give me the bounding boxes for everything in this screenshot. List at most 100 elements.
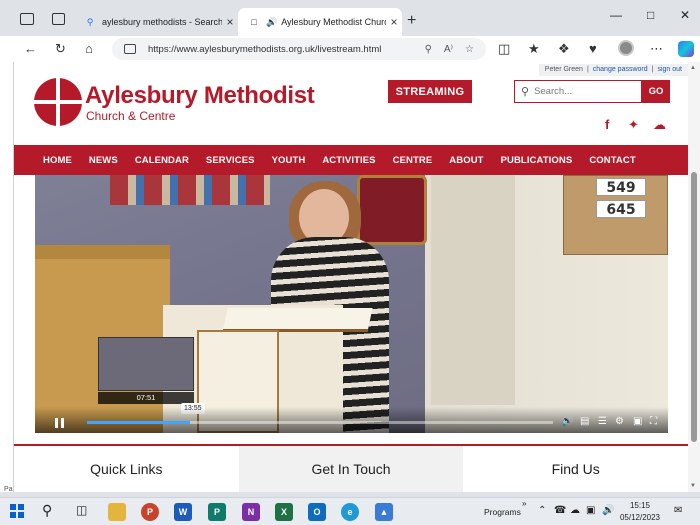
- publisher-icon[interactable]: P: [208, 503, 226, 521]
- powerpoint-icon[interactable]: P: [141, 503, 159, 521]
- notifications-icon[interactable]: ✉: [674, 505, 682, 516]
- nav-home[interactable]: HOME: [43, 155, 72, 166]
- lock-icon[interactable]: [124, 44, 136, 54]
- search-icon: ⚲: [86, 16, 94, 27]
- nav-youth[interactable]: YOUTH: [272, 155, 306, 166]
- split-screen-icon[interactable]: ◫: [498, 40, 510, 58]
- tab-actions-icon[interactable]: [52, 13, 65, 25]
- site-title[interactable]: Aylesbury Methodist: [85, 82, 315, 110]
- footer-columns: Quick Links Get In Touch Find Us: [14, 446, 688, 492]
- fullscreen-icon[interactable]: ⛶: [650, 416, 657, 427]
- workspaces-icon[interactable]: [20, 13, 34, 25]
- chapters-icon[interactable]: ☰: [598, 416, 607, 427]
- excel-icon[interactable]: X: [275, 503, 293, 521]
- close-tab-icon[interactable]: ×: [386, 15, 402, 29]
- maximize-icon[interactable]: □: [647, 8, 654, 22]
- nav-centre[interactable]: CENTRE: [393, 155, 433, 166]
- volume-icon[interactable]: 🔊: [561, 416, 573, 427]
- get-in-touch-heading: Get In Touch: [238, 446, 464, 492]
- church-logo-icon[interactable]: [34, 78, 82, 126]
- more-menu-icon[interactable]: ⋯: [650, 40, 663, 58]
- toolbar-expand-icon[interactable]: »: [522, 499, 526, 508]
- nav-news[interactable]: NEWS: [89, 155, 118, 166]
- change-password-link[interactable]: change password: [593, 66, 648, 74]
- hymn-number: 549: [596, 178, 646, 196]
- edge-browser-icon[interactable]: e: [341, 503, 359, 521]
- clock-time: 15:15: [629, 501, 651, 510]
- nav-publications[interactable]: PUBLICATIONS: [501, 155, 573, 166]
- start-icon[interactable]: [10, 504, 24, 518]
- search-go-button[interactable]: GO: [642, 80, 670, 103]
- video-chair: [357, 175, 427, 245]
- windows-taskbar: ⚲ ◫ P W P N X O e ▲ Programs » ⌃ ☎ ☁ ▣ 🔊…: [0, 497, 700, 525]
- word-icon[interactable]: W: [174, 503, 192, 521]
- outlook-icon[interactable]: O: [308, 503, 326, 521]
- network-icon[interactable]: ▣: [586, 505, 595, 516]
- zoom-icon[interactable]: ⚲: [425, 44, 432, 55]
- close-tab-icon[interactable]: ×: [222, 15, 238, 29]
- onedrive-cloud-icon[interactable]: ☁: [570, 505, 580, 516]
- programs-toolbar-label[interactable]: Programs: [484, 507, 521, 517]
- livestream-video-player[interactable]: 549 645 07:51 13:55 🔊 ▤ ☰ ⚙ ▣ ⛶: [35, 175, 668, 433]
- speaker-icon[interactable]: 🔊: [266, 17, 277, 28]
- favorites-icon[interactable]: ★: [528, 40, 540, 58]
- new-tab-button[interactable]: +: [407, 12, 416, 30]
- file-explorer-icon[interactable]: [108, 503, 126, 521]
- profile-avatar[interactable]: [618, 40, 634, 56]
- cloud-icon[interactable]: ☁: [653, 117, 666, 133]
- seek-bar[interactable]: [87, 421, 553, 424]
- meet-now-icon[interactable]: ☎: [554, 505, 566, 516]
- onenote-icon[interactable]: N: [242, 503, 260, 521]
- nav-contact[interactable]: CONTACT: [589, 155, 635, 166]
- page-scrollbar[interactable]: ▲ ▼: [688, 62, 700, 492]
- miniplayer-icon[interactable]: ▣: [633, 416, 642, 427]
- system-clock[interactable]: 15:15 05/12/2023: [612, 500, 668, 524]
- main-nav: HOME NEWS CALENDAR SERVICES YOUTH ACTIVI…: [14, 145, 688, 175]
- back-icon[interactable]: ←: [24, 40, 37, 58]
- seek-preview-time: 07:51: [98, 392, 194, 404]
- user-bar: Peter Green | change password | sign out: [538, 64, 688, 76]
- streaming-button[interactable]: STREAMING: [388, 80, 472, 103]
- hymn-board: 549 645: [563, 175, 668, 255]
- address-bar[interactable]: https://www.aylesburymethodists.org.uk/l…: [112, 38, 486, 60]
- browser-essentials-icon[interactable]: ♥: [589, 40, 597, 58]
- read-aloud-icon[interactable]: A⁾: [444, 44, 453, 55]
- side-panel-edge: [0, 62, 14, 492]
- close-window-icon[interactable]: ✕: [680, 8, 690, 22]
- video-controls: 🔊 ▤ ☰ ⚙ ▣ ⛶: [35, 407, 668, 433]
- refresh-icon[interactable]: ↻: [55, 40, 66, 58]
- captions-icon[interactable]: ▤: [580, 416, 589, 427]
- minimize-icon[interactable]: —: [610, 8, 622, 22]
- hymn-number: 645: [596, 200, 646, 218]
- browser-tab-bar: ⚲ aylesbury methodists - Search × □ 🔊 Ay…: [0, 0, 700, 36]
- search-icon[interactable]: ⚲: [42, 502, 52, 519]
- task-view-icon[interactable]: ◫: [76, 503, 87, 517]
- tab-active-livestream[interactable]: □ 🔊 Aylesbury Methodist Church & Centre …: [238, 8, 402, 36]
- url-text[interactable]: https://www.aylesburymethodists.org.uk/l…: [148, 44, 425, 55]
- twitter-icon[interactable]: ✦: [628, 117, 639, 133]
- photos-app-icon[interactable]: ▲: [375, 503, 393, 521]
- search-box[interactable]: ⚲: [514, 80, 642, 103]
- search-input[interactable]: [534, 86, 631, 97]
- seek-bar-fill: [87, 421, 190, 424]
- tab-search[interactable]: ⚲ aylesbury methodists - Search ×: [74, 8, 238, 36]
- scrollbar-thumb[interactable]: [691, 172, 697, 442]
- tab-label: Aylesbury Methodist Church & Centre: [281, 17, 386, 27]
- scroll-up-icon[interactable]: ▲: [690, 65, 696, 71]
- nav-activities[interactable]: ACTIVITIES: [322, 155, 375, 166]
- nav-calendar[interactable]: CALENDAR: [135, 155, 189, 166]
- copilot-icon[interactable]: [678, 41, 694, 57]
- nav-services[interactable]: SERVICES: [206, 155, 255, 166]
- settings-gear-icon[interactable]: ⚙: [615, 416, 624, 427]
- scroll-down-icon[interactable]: ▼: [690, 483, 696, 489]
- page-viewport: Peter Green | change password | sign out…: [14, 62, 688, 492]
- home-icon[interactable]: ⌂: [85, 40, 93, 58]
- collections-icon[interactable]: ❖: [558, 40, 570, 58]
- show-hidden-icons-icon[interactable]: ⌃: [538, 505, 546, 516]
- sign-out-link[interactable]: sign out: [657, 66, 682, 74]
- favorite-star-icon[interactable]: ☆: [465, 44, 474, 55]
- pause-icon[interactable]: [55, 418, 64, 428]
- user-name: Peter Green: [544, 66, 583, 73]
- facebook-icon[interactable]: f: [605, 117, 609, 132]
- nav-about[interactable]: ABOUT: [449, 155, 483, 166]
